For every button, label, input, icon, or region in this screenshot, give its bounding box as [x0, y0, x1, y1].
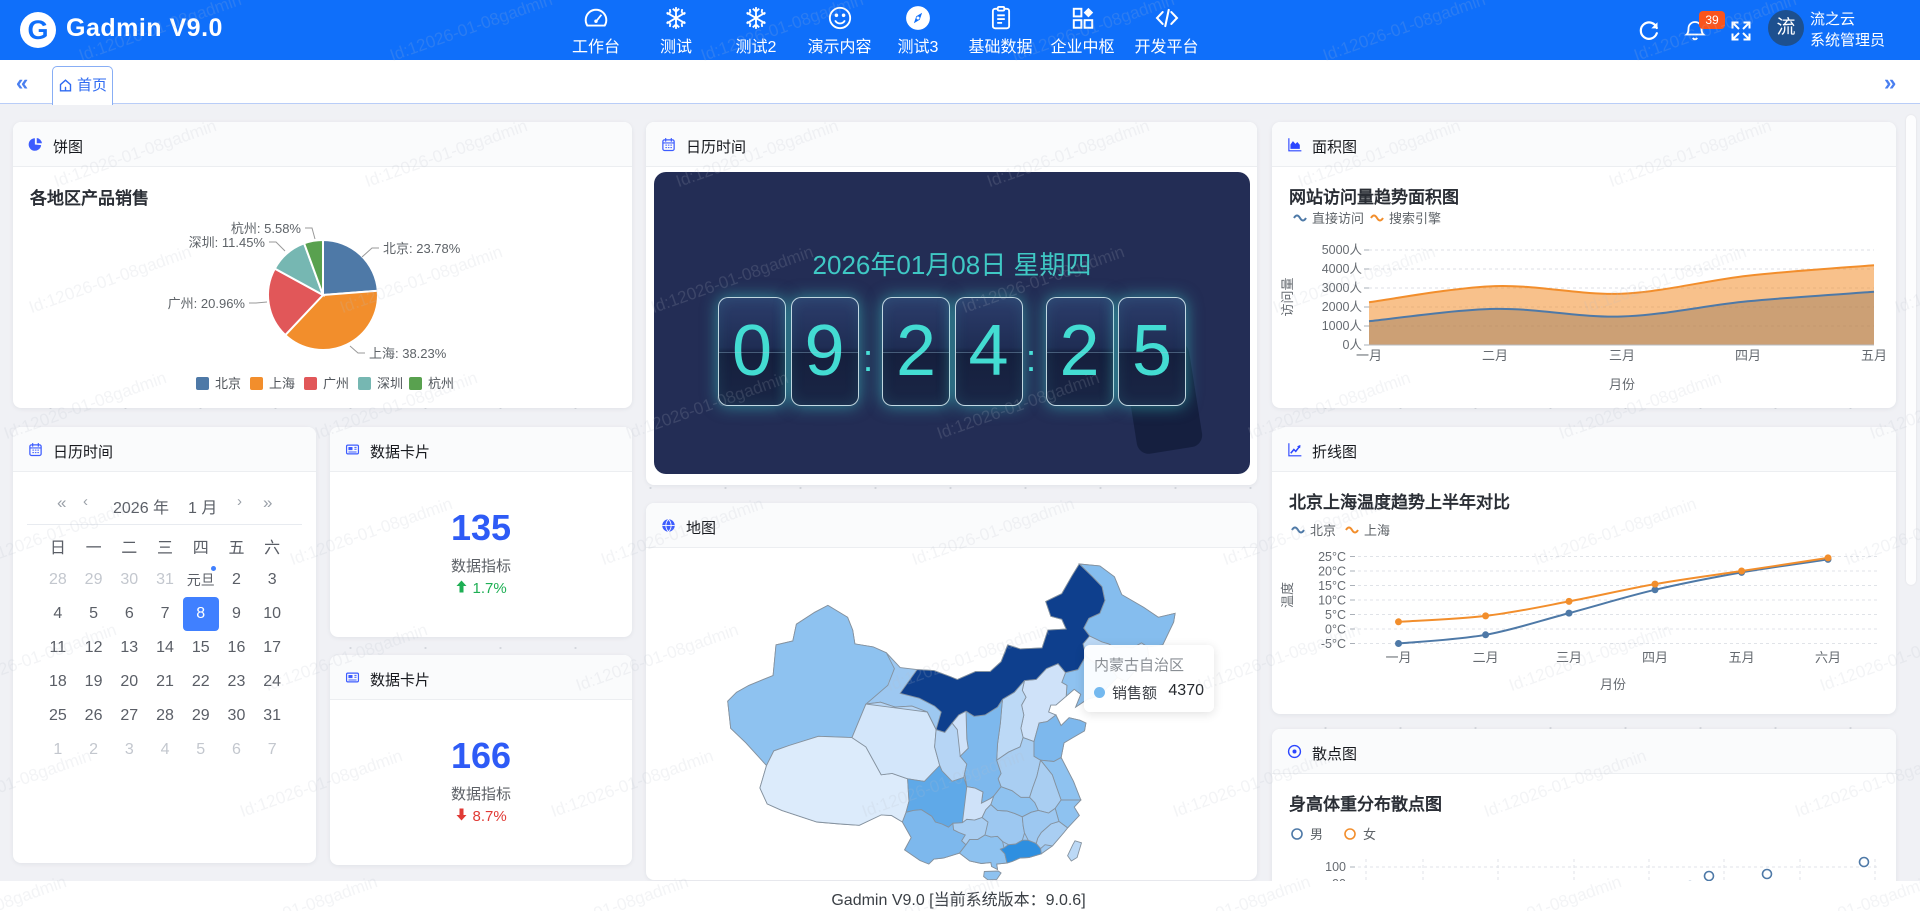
- svg-text:一月: 一月: [1356, 348, 1382, 363]
- svg-text:15°C: 15°C: [1318, 579, 1346, 593]
- svg-text:25°C: 25°C: [1318, 550, 1346, 564]
- svg-text:温度: 温度: [1280, 582, 1295, 608]
- svg-text:5°C: 5°C: [1325, 608, 1346, 622]
- svg-text:访问量: 访问量: [1280, 277, 1295, 316]
- svg-text:2000人: 2000人: [1322, 300, 1363, 314]
- svg-text:上海: 上海: [269, 376, 295, 391]
- svg-text:月份: 月份: [1600, 677, 1626, 692]
- svg-text:男: 男: [1310, 827, 1323, 842]
- svg-text:杭州: 杭州: [428, 376, 454, 391]
- svg-text:广州: 20.96%: 广州: 20.96%: [168, 296, 246, 311]
- svg-text:五月: 五月: [1729, 650, 1755, 665]
- svg-text:四月: 四月: [1735, 348, 1761, 363]
- svg-text:北京: 23.78%: 北京: 23.78%: [383, 241, 461, 256]
- svg-text:四月: 四月: [1642, 650, 1668, 665]
- svg-text:深圳: 深圳: [377, 376, 403, 391]
- svg-text:北京: 北京: [1310, 523, 1336, 538]
- svg-text:月份: 月份: [1609, 377, 1635, 392]
- svg-text:20°C: 20°C: [1318, 565, 1346, 579]
- svg-text:广州: 广州: [323, 376, 349, 391]
- svg-text:三月: 三月: [1609, 348, 1635, 363]
- svg-text:女: 女: [1363, 827, 1376, 842]
- svg-text:10°C: 10°C: [1318, 594, 1346, 608]
- svg-text:深圳: 11.45%: 深圳: 11.45%: [189, 235, 266, 250]
- svg-text:4000人: 4000人: [1322, 262, 1363, 276]
- svg-text:直接访问: 直接访问: [1312, 211, 1364, 226]
- svg-text:1000人: 1000人: [1322, 319, 1363, 333]
- svg-text:二月: 二月: [1473, 650, 1499, 665]
- svg-text:六月: 六月: [1815, 650, 1841, 665]
- svg-text:5000人: 5000人: [1322, 243, 1363, 257]
- svg-text:五月: 五月: [1861, 348, 1887, 363]
- svg-text:一月: 一月: [1385, 650, 1411, 665]
- svg-text:搜索引擎: 搜索引擎: [1389, 211, 1441, 226]
- svg-text:3000人: 3000人: [1322, 281, 1363, 295]
- svg-text:三月: 三月: [1556, 650, 1582, 665]
- svg-text:0°C: 0°C: [1325, 623, 1346, 637]
- svg-text:北京: 北京: [215, 376, 241, 391]
- svg-text:杭州: 5.58%: 杭州: 5.58%: [231, 221, 302, 236]
- svg-text:二月: 二月: [1482, 348, 1508, 363]
- svg-text:-5°C: -5°C: [1321, 637, 1346, 651]
- svg-text:上海: 上海: [1364, 523, 1390, 538]
- svg-text:100: 100: [1325, 860, 1346, 874]
- svg-text:上海: 38.23%: 上海: 38.23%: [369, 346, 447, 361]
